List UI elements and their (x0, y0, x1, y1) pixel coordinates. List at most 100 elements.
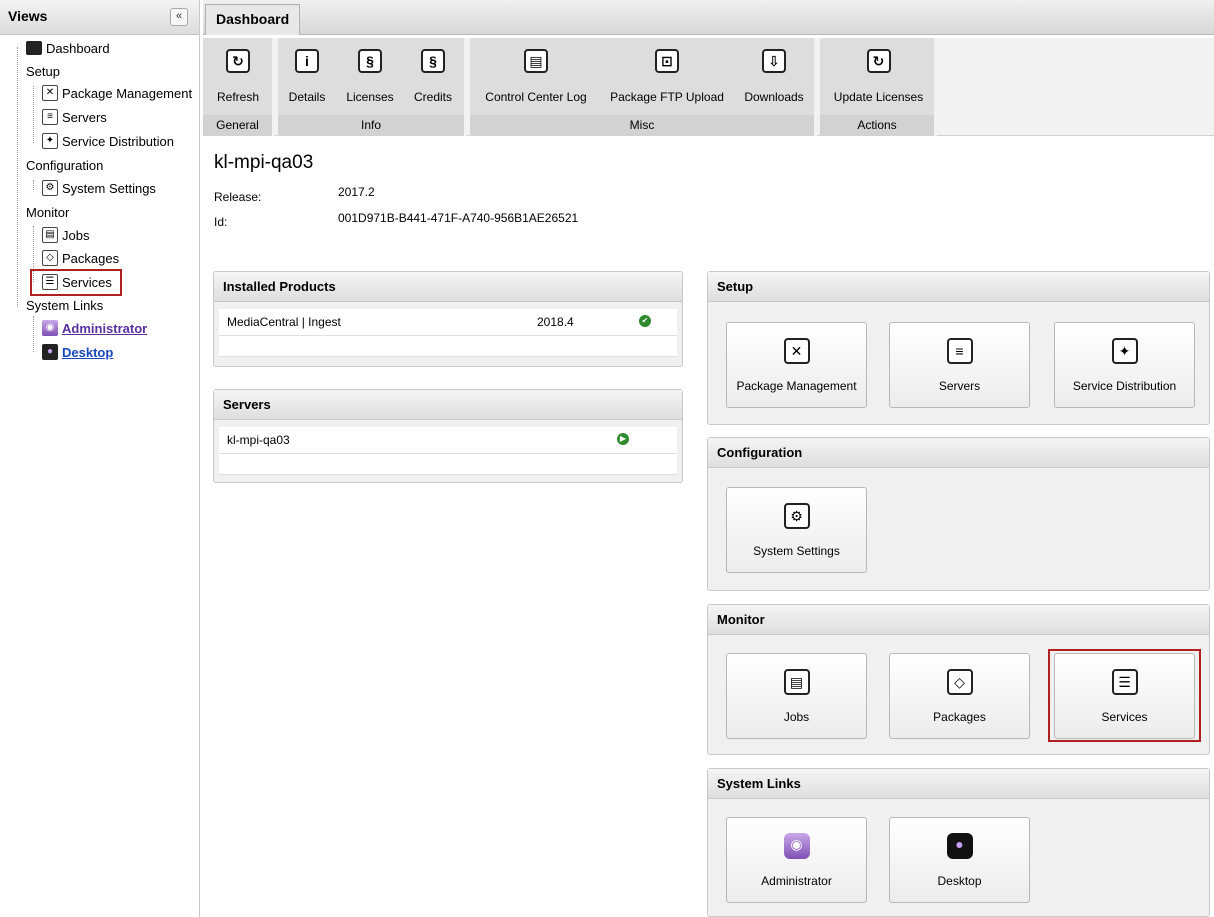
product-name: MediaCentral | Ingest (227, 315, 341, 329)
panel-title: Setup (708, 272, 1209, 302)
release-label: Release: (214, 190, 262, 204)
button-label: Licenses (346, 90, 394, 104)
ftp-upload-icon: ⊡ (655, 49, 679, 73)
installed-products-panel: Installed Products MediaCentral | Ingest… (213, 271, 683, 367)
id-value: 001D971B-B441-471F-A740-956B1AE26521 (338, 211, 579, 225)
sidebar-title: Views (8, 8, 48, 24)
tree-label: Package Management (62, 85, 193, 101)
collapse-sidebar-button[interactable]: « (170, 8, 188, 26)
tab-dashboard[interactable]: Dashboard (205, 4, 301, 35)
views-sidebar: Views « Dashboard Setup ✕ Package Manage… (0, 0, 200, 917)
jobs-tile[interactable]: ▤ Jobs (726, 653, 867, 739)
servers-tile[interactable]: ≡ Servers (889, 322, 1030, 408)
ribbon-group-info: i Details § Licenses § Credits Info (278, 38, 467, 136)
tree-label: System Links (26, 297, 104, 313)
group-label: Info (278, 115, 464, 136)
gear-icon: ⚙ (783, 503, 810, 529)
empty-row (219, 336, 677, 357)
tree-connector (33, 86, 34, 143)
grid-icon (26, 41, 42, 55)
desktop-link[interactable]: Desktop (62, 345, 113, 360)
tile-label: Administrator (761, 874, 832, 888)
table-row[interactable]: MediaCentral | Ingest 2018.4 ✔ (219, 309, 677, 336)
downloads-button[interactable]: ⇩ Downloads (736, 44, 812, 112)
table-row[interactable]: kl-mpi-qa03 ▶ (219, 427, 677, 454)
tools-icon: ✕ (42, 85, 58, 101)
tree-item-package-management[interactable]: ✕ Package Management (42, 82, 192, 104)
tree-connector (17, 47, 18, 307)
tree-label: Monitor (26, 204, 70, 220)
administrator-icon: ◉ (783, 833, 810, 859)
tree-item-desktop[interactable]: ● Desktop (42, 341, 113, 363)
tree-item-jobs[interactable]: ▤ Jobs (42, 224, 89, 246)
desktop-tile[interactable]: ● Desktop (889, 817, 1030, 903)
server-icon: ≡ (42, 109, 58, 125)
tree-item-packages[interactable]: ◇ Packages (42, 247, 119, 269)
package-management-tile[interactable]: ✕ Package Management (726, 322, 867, 408)
administrator-link[interactable]: Administrator (62, 321, 147, 336)
panel-title: Monitor (708, 605, 1209, 635)
group-label: Actions (820, 115, 934, 136)
desktop-icon: ● (946, 833, 973, 859)
packages-tile[interactable]: ◇ Packages (889, 653, 1030, 739)
tree-item-dashboard[interactable]: Dashboard (26, 37, 110, 59)
update-licenses-button[interactable]: ↻ Update Licenses (826, 44, 931, 112)
details-button[interactable]: i Details (284, 44, 330, 112)
control-center-log-button[interactable]: ▤ Control Center Log (474, 44, 598, 112)
refresh-icon: ↻ (226, 49, 250, 73)
product-version: 2018.4 (537, 315, 574, 329)
download-icon: ⇩ (762, 49, 786, 73)
tools-icon: ✕ (783, 338, 810, 364)
credits-button[interactable]: § Credits (406, 44, 460, 112)
tree-label: System Settings (62, 180, 156, 196)
package-icon: ◇ (946, 669, 973, 695)
tree-group-system-links[interactable]: System Links (26, 294, 103, 316)
button-label: Details (288, 90, 326, 104)
tile-label: Jobs (783, 710, 810, 724)
servers-panel: Servers kl-mpi-qa03 ▶ (213, 389, 683, 483)
desktop-icon: ● (42, 344, 58, 360)
panel-title: System Links (708, 769, 1209, 799)
package-ftp-upload-button[interactable]: ⊡ Package FTP Upload (602, 44, 732, 112)
server-name: kl-mpi-qa03 (227, 433, 290, 447)
tree-item-service-distribution[interactable]: ✦ Service Distribution (42, 130, 174, 152)
services-tile-highlight-box (1048, 649, 1201, 742)
ok-status-icon: ✔ (639, 315, 651, 327)
ribbon-group-actions: ↻ Update Licenses Actions (820, 38, 937, 136)
button-label: Update Licenses (833, 90, 924, 104)
tree-label: Configuration (26, 157, 104, 173)
button-label: Credits (413, 90, 452, 104)
button-label: Refresh (216, 90, 260, 104)
id-label: Id: (214, 215, 228, 229)
licenses-button[interactable]: § Licenses (342, 44, 398, 112)
administrator-tile[interactable]: ◉ Administrator (726, 817, 867, 903)
tree-group-setup[interactable]: Setup (26, 60, 60, 82)
button-label: Downloads (744, 90, 804, 104)
administrator-icon: ◉ (42, 320, 58, 336)
running-status-icon: ▶ (617, 433, 629, 445)
tree-item-system-settings[interactable]: ⚙ System Settings (42, 177, 156, 199)
tree-group-configuration[interactable]: Configuration (26, 154, 103, 176)
section-icon: § (421, 49, 445, 73)
tree-group-monitor[interactable]: Monitor (26, 201, 69, 223)
tree-label: Setup (26, 63, 60, 79)
gear-icon: ⚙ (42, 180, 58, 196)
log-icon: ▤ (524, 49, 548, 73)
ribbon-toolbar: ↻ Refresh General i Details § Licenses §… (203, 38, 1214, 136)
jobs-icon: ▤ (42, 227, 58, 243)
system-settings-tile[interactable]: ⚙ System Settings (726, 487, 867, 573)
button-label: Package FTP Upload (610, 90, 724, 104)
sidebar-header: Views « (0, 0, 199, 35)
main-area: Dashboard ↻ Refresh General i Details § … (203, 0, 1214, 917)
section-icon: § (358, 49, 382, 73)
server-icon: ≡ (946, 338, 973, 364)
tree-item-servers[interactable]: ≡ Servers (42, 106, 107, 128)
tile-label: Packages (933, 710, 986, 724)
tree-item-administrator[interactable]: ◉ Administrator (42, 317, 147, 339)
refresh-icon: ↻ (866, 49, 891, 73)
jobs-icon: ▤ (783, 669, 810, 695)
refresh-button[interactable]: ↻ Refresh (207, 44, 269, 112)
distribution-icon: ✦ (42, 133, 58, 149)
service-distribution-tile[interactable]: ✦ Service Distribution (1054, 322, 1195, 408)
tree-label: Packages (62, 250, 120, 266)
